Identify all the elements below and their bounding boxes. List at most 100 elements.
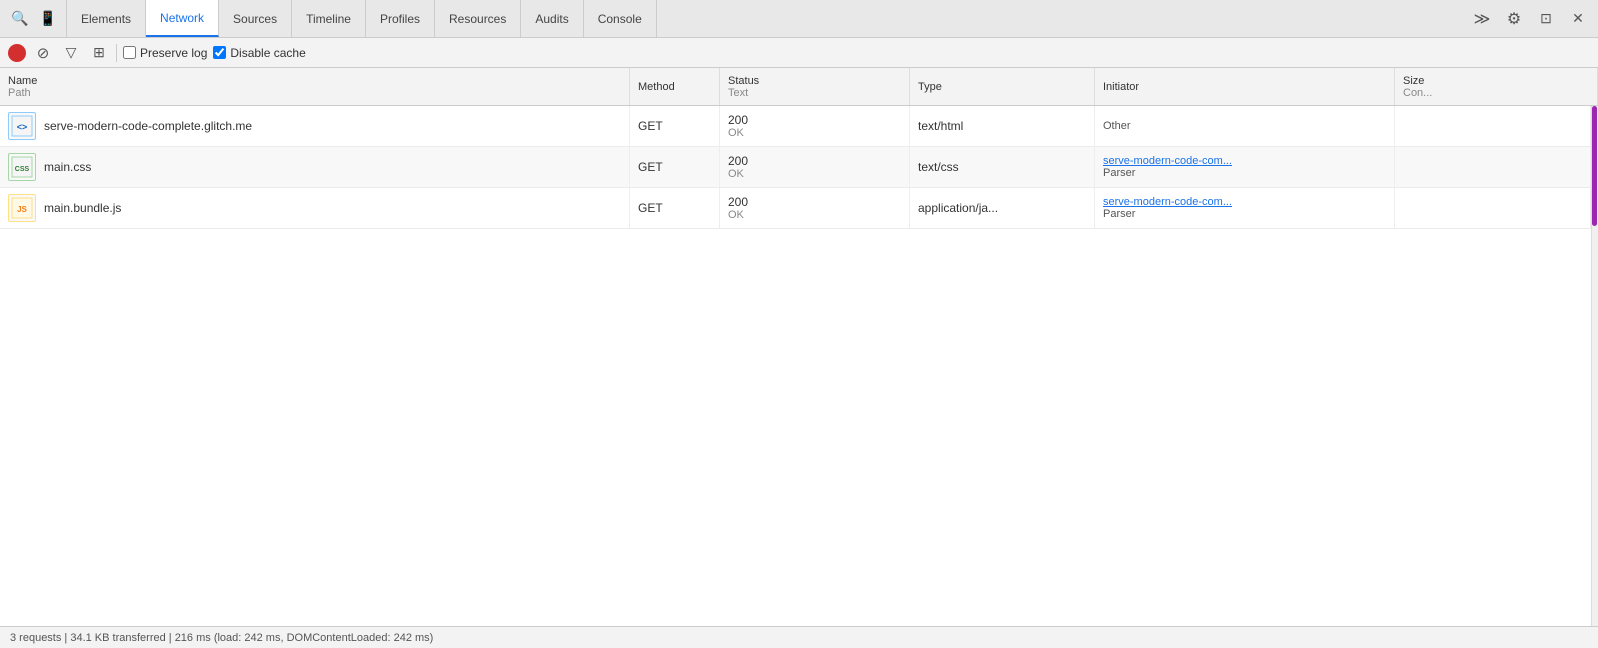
search-button[interactable]: 🔍 [6, 5, 34, 33]
close-button[interactable]: ✕ [1564, 5, 1592, 33]
column-header-name[interactable]: Name Path [0, 68, 630, 105]
device-toggle-button[interactable]: 📱 [34, 5, 62, 33]
cell-type-1: text/css [910, 147, 1095, 187]
status-text-1: OK [728, 168, 744, 180]
dock-icon: ⊡ [1540, 10, 1552, 27]
column-header-status[interactable]: Status Text [720, 68, 910, 105]
js-file-icon: JS [8, 194, 36, 222]
column-method-label: Method [638, 81, 711, 93]
cell-status-1: 200 OK [720, 147, 910, 187]
svg-text:CSS: CSS [15, 166, 30, 173]
tab-profiles[interactable]: Profiles [366, 0, 435, 37]
column-size-label: Size [1403, 75, 1589, 87]
column-name-sub: Path [8, 87, 621, 99]
column-type-label: Type [918, 81, 1086, 93]
cell-method-2: GET [630, 188, 720, 228]
toolbar-divider [116, 44, 117, 62]
initiator-value-0: Other [1103, 120, 1131, 132]
filename-0: serve-modern-code-complete.glitch.me [44, 119, 252, 133]
device-icon: 📱 [39, 10, 56, 27]
dock-button[interactable]: ⊡ [1532, 5, 1560, 33]
nav-right-icons: ≫ ⚙ ⊡ ✕ [1468, 5, 1592, 33]
status-text-2: OK [728, 209, 744, 221]
status-bar-text: 3 requests | 34.1 KB transferred | 216 m… [10, 632, 433, 644]
status-code-1: 200 [728, 154, 748, 168]
cell-name-2: JS main.bundle.js [0, 188, 630, 228]
cell-method-1: GET [630, 147, 720, 187]
execute-button[interactable]: ≫ [1468, 5, 1496, 33]
empty-table-area [0, 229, 1591, 429]
filename-1: main.css [44, 160, 91, 174]
html-file-icon: <> [8, 112, 36, 140]
cell-method-0: GET [630, 106, 720, 146]
initiator-link-1[interactable]: serve-modern-code-com... [1103, 155, 1232, 167]
tab-sources[interactable]: Sources [219, 0, 292, 37]
table-row[interactable]: CSS main.css GET 200 OK text/css serve-m… [0, 147, 1591, 188]
column-header-method[interactable]: Method [630, 68, 720, 105]
disable-cache-checkbox[interactable] [213, 46, 226, 59]
status-code-2: 200 [728, 195, 748, 209]
network-toolbar: ⊘ ▽ ⊞ Preserve log Disable cache [0, 38, 1598, 68]
top-navigation: 🔍 📱 Elements Network Sources Timeline Pr… [0, 0, 1598, 38]
nav-tabs: Elements Network Sources Timeline Profil… [66, 0, 657, 37]
settings-icon: ⚙ [1507, 9, 1521, 29]
tab-elements[interactable]: Elements [66, 0, 146, 37]
status-text-0: OK [728, 127, 744, 139]
filename-2: main.bundle.js [44, 201, 121, 215]
column-status-sub: Text [728, 87, 901, 99]
preserve-log-checkbox[interactable] [123, 46, 136, 59]
column-status-label: Status [728, 75, 901, 87]
disable-cache-label[interactable]: Disable cache [213, 46, 305, 60]
grid-icon: ⊞ [93, 44, 105, 61]
cell-initiator-2: serve-modern-code-com... Parser [1095, 188, 1395, 228]
svg-text:<>: <> [17, 122, 28, 132]
close-icon: ✕ [1572, 10, 1584, 27]
status-code-0: 200 [728, 113, 748, 127]
preserve-log-label[interactable]: Preserve log [123, 46, 207, 60]
initiator-link-2[interactable]: serve-modern-code-com... [1103, 196, 1232, 208]
table-body: <> serve-modern-code-complete.glitch.me … [0, 106, 1591, 626]
tab-resources[interactable]: Resources [435, 0, 521, 37]
filter-button[interactable]: ▽ [60, 42, 82, 64]
initiator-sub-1: Parser [1103, 167, 1135, 179]
table-scroll-area: <> serve-modern-code-complete.glitch.me … [0, 106, 1598, 626]
column-header-type[interactable]: Type [910, 68, 1095, 105]
tab-network[interactable]: Network [146, 0, 219, 37]
column-header-size[interactable]: Size Con... [1395, 68, 1598, 105]
column-header-initiator[interactable]: Initiator [1095, 68, 1395, 105]
cell-size-0 [1395, 106, 1591, 146]
initiator-sub-2: Parser [1103, 208, 1135, 220]
column-name-label: Name [8, 75, 621, 87]
grid-view-button[interactable]: ⊞ [88, 42, 110, 64]
svg-text:JS: JS [17, 205, 27, 214]
column-initiator-label: Initiator [1103, 81, 1386, 93]
cell-status-2: 200 OK [720, 188, 910, 228]
cell-name-1: CSS main.css [0, 147, 630, 187]
scrollbar-track[interactable] [1591, 106, 1598, 626]
cell-size-1 [1395, 147, 1591, 187]
cell-type-0: text/html [910, 106, 1095, 146]
disable-cache-text: Disable cache [230, 46, 305, 60]
table-header: Name Path Method Status Text Type Initia… [0, 68, 1598, 106]
settings-button[interactable]: ⚙ [1500, 5, 1528, 33]
cell-name-0: <> serve-modern-code-complete.glitch.me [0, 106, 630, 146]
tab-timeline[interactable]: Timeline [292, 0, 366, 37]
cell-status-0: 200 OK [720, 106, 910, 146]
table-row[interactable]: <> serve-modern-code-complete.glitch.me … [0, 106, 1591, 147]
scrollbar-thumb[interactable] [1592, 106, 1597, 226]
tab-audits[interactable]: Audits [521, 0, 583, 37]
cell-type-2: application/ja... [910, 188, 1095, 228]
column-size-sub: Con... [1403, 87, 1589, 99]
cell-initiator-1: serve-modern-code-com... Parser [1095, 147, 1395, 187]
search-icon: 🔍 [11, 10, 28, 27]
tab-console[interactable]: Console [584, 0, 657, 37]
clear-button[interactable]: ⊘ [32, 42, 54, 64]
preserve-log-text: Preserve log [140, 46, 207, 60]
block-icon: ⊘ [37, 44, 50, 62]
record-button[interactable] [8, 44, 26, 62]
table-row[interactable]: JS main.bundle.js GET 200 OK application… [0, 188, 1591, 229]
css-file-icon: CSS [8, 153, 36, 181]
status-bar: 3 requests | 34.1 KB transferred | 216 m… [0, 626, 1598, 648]
network-table: Name Path Method Status Text Type Initia… [0, 68, 1598, 626]
execute-icon: ≫ [1474, 9, 1491, 29]
